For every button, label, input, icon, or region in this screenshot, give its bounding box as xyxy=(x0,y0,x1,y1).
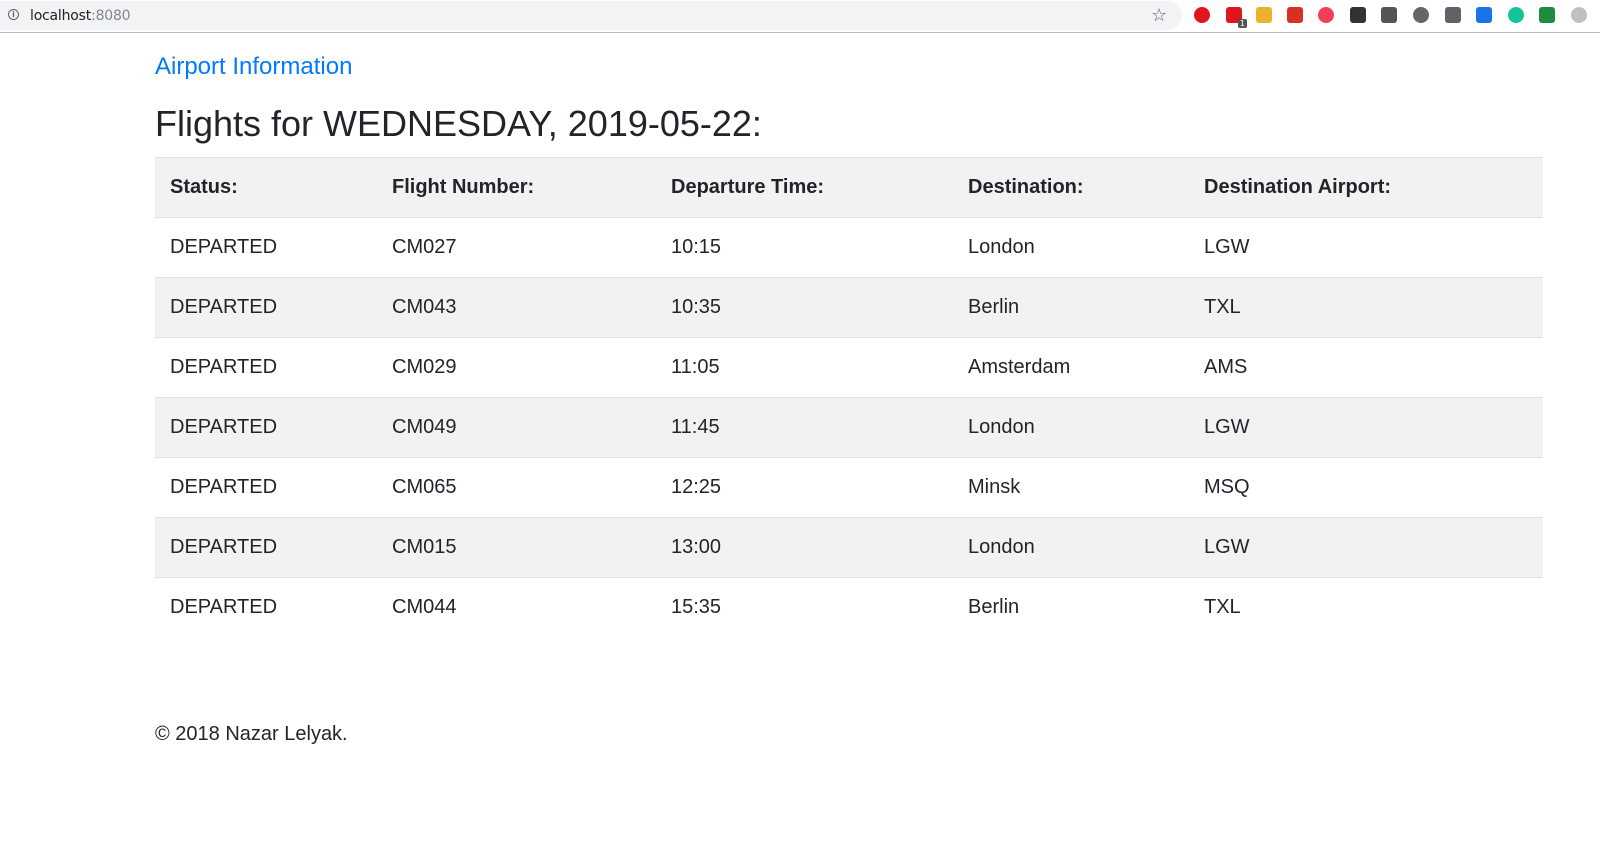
cell-destination: Berlin xyxy=(953,577,1189,638)
table-row: DEPARTED CM015 13:00 London LGW xyxy=(155,517,1543,578)
cell-departure-time: 10:15 xyxy=(656,217,953,278)
table-row: DEPARTED CM044 15:35 Berlin TXL xyxy=(155,577,1543,638)
cell-destination-airport: TXL xyxy=(1189,577,1543,638)
cell-departure-time: 15:35 xyxy=(656,577,953,638)
cell-destination-airport: TXL xyxy=(1189,277,1543,338)
cell-status: DEPARTED xyxy=(155,457,377,518)
cell-flight-number: CM043 xyxy=(377,277,656,338)
cell-destination-airport: LGW xyxy=(1189,517,1543,578)
cell-destination: Minsk xyxy=(953,457,1189,518)
flights-table-body: DEPARTED CM027 10:15 London LGW DEPARTED CM043… xyxy=(155,217,1543,638)
camera-extension-icon[interactable] xyxy=(1381,7,1397,23)
header-destination-airport: Destination Airport: xyxy=(1189,157,1543,218)
header-flight-number: Flight Number: xyxy=(377,157,656,218)
cell-flight-number: CM065 xyxy=(377,457,656,518)
cell-status: DEPARTED xyxy=(155,397,377,458)
url-text[interactable]: localhost:8080 xyxy=(30,8,131,24)
cell-flight-number: CM027 xyxy=(377,217,656,278)
profile-icon[interactable] xyxy=(1571,7,1587,23)
table-row: DEPARTED CM027 10:15 London LGW xyxy=(155,217,1543,278)
cell-destination: London xyxy=(953,217,1189,278)
readium-icon[interactable] xyxy=(1350,7,1366,23)
brand-link[interactable]: Airport Information xyxy=(155,53,352,81)
site-info-icon[interactable]: i xyxy=(8,9,19,20)
cell-flight-number: CM044 xyxy=(377,577,656,638)
grammarly-icon[interactable] xyxy=(1508,7,1524,23)
cell-departure-time: 10:35 xyxy=(656,277,953,338)
opera-icon[interactable] xyxy=(1194,7,1210,23)
table-row: DEPARTED CM043 10:35 Berlin TXL xyxy=(155,277,1543,338)
table-row: DEPARTED CM049 11:45 London LGW xyxy=(155,397,1543,458)
url-port: :8080 xyxy=(91,8,131,24)
header-status: Status: xyxy=(155,157,377,218)
cell-flight-number: CM029 xyxy=(377,337,656,398)
footer-copyright: © 2018 Nazar Lelyak. xyxy=(155,723,348,745)
cell-flight-number: CM015 xyxy=(377,517,656,578)
cell-status: DEPARTED xyxy=(155,337,377,398)
extension-badge: 1 xyxy=(1237,19,1247,28)
header-destination: Destination: xyxy=(953,157,1189,218)
cell-status: DEPARTED xyxy=(155,277,377,338)
green-square-extension-icon[interactable] xyxy=(1539,7,1555,23)
cell-departure-time: 11:45 xyxy=(656,397,953,458)
slack-icon[interactable] xyxy=(1256,7,1272,23)
page-title: Flights for WEDNESDAY, 2019-05-22: xyxy=(155,103,762,144)
header-departure-time: Departure Time: xyxy=(656,157,953,218)
cell-status: DEPARTED xyxy=(155,517,377,578)
cell-departure-time: 12:25 xyxy=(656,457,953,518)
cell-status: DEPARTED xyxy=(155,217,377,278)
address-bar[interactable]: i localhost:8080 ☆ xyxy=(0,1,1182,30)
cell-destination-airport: LGW xyxy=(1189,397,1543,458)
save-to-pocket-icon[interactable] xyxy=(1445,7,1461,23)
cell-destination: London xyxy=(953,517,1189,578)
bookmark-star-icon[interactable]: ☆ xyxy=(1151,5,1167,25)
table-row: DEPARTED CM029 11:05 Amsterdam AMS xyxy=(155,337,1543,398)
pocket-icon[interactable] xyxy=(1318,7,1334,23)
table-row: DEPARTED CM065 12:25 Minsk MSQ xyxy=(155,457,1543,518)
cell-destination: Amsterdam xyxy=(953,337,1189,398)
flights-table: Status: Flight Number: Departure Time: D… xyxy=(155,157,1543,638)
cell-destination-airport: AMS xyxy=(1189,337,1543,398)
cell-status: DEPARTED xyxy=(155,577,377,638)
cell-destination: London xyxy=(953,397,1189,458)
cell-departure-time: 13:00 xyxy=(656,517,953,578)
page-container: Airport Information Flights for WEDNESDA… xyxy=(155,33,1543,638)
url-host: localhost xyxy=(30,8,92,24)
gmail-icon[interactable] xyxy=(1287,7,1303,23)
cell-departure-time: 11:05 xyxy=(656,337,953,398)
font-extension-icon[interactable] xyxy=(1476,7,1492,23)
calendar-extension-icon[interactable]: 1 xyxy=(1226,7,1247,28)
table-header-row: Status: Flight Number: Departure Time: D… xyxy=(155,157,1543,218)
cell-flight-number: CM049 xyxy=(377,397,656,458)
cell-destination-airport: MSQ xyxy=(1189,457,1543,518)
settings-extension-icon[interactable] xyxy=(1413,7,1429,23)
browser-toolbar: i localhost:8080 ☆ 1 xyxy=(0,0,1600,33)
cell-destination-airport: LGW xyxy=(1189,217,1543,278)
cell-destination: Berlin xyxy=(953,277,1189,338)
